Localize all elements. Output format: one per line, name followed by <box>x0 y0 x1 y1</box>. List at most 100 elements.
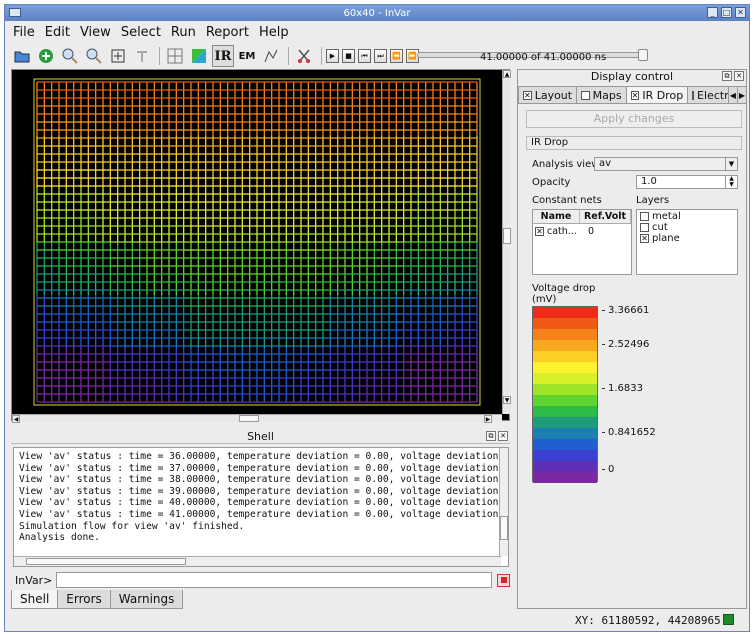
color-map-icon[interactable] <box>188 45 210 67</box>
shell-hscroll-thumb[interactable] <box>26 558 186 565</box>
list-item[interactable]: ✕ plane <box>640 233 734 244</box>
shell-float-icon[interactable]: ⧉ <box>486 431 496 441</box>
layers-label: Layers <box>636 195 670 206</box>
close-icon[interactable]: ✕ <box>735 7 746 18</box>
menu-file[interactable]: File <box>13 25 35 40</box>
list-item[interactable]: metal <box>640 211 734 222</box>
ir-drop-checkbox[interactable]: ✕ <box>630 90 640 100</box>
legend-title: Voltage drop <box>532 283 596 294</box>
display-control-tabs: ✕ Layout Maps ✕ IR Drop Electr ◀ ▶ <box>518 86 747 104</box>
legend-swatch <box>533 406 597 417</box>
shell-log: View 'av' status : time = 36.00000, temp… <box>19 451 498 544</box>
minimize-icon[interactable]: _ <box>707 7 718 18</box>
legend-tick: 2.52496 <box>602 339 649 350</box>
tab-electr[interactable]: Electr <box>687 86 729 103</box>
legend-swatch <box>533 428 597 439</box>
nets-header-ref-volt[interactable]: Ref.Volt <box>580 210 631 223</box>
legend-tick: 0.841652 <box>602 427 656 438</box>
shell-title: Shell <box>247 430 274 443</box>
list-item[interactable]: cut <box>640 222 734 233</box>
menu-run[interactable]: Run <box>171 25 196 40</box>
spin-arrows-icon[interactable]: ▲ ▼ <box>725 176 737 188</box>
shell-horizontal-scrollbar[interactable] <box>14 556 501 566</box>
open-icon[interactable] <box>11 45 33 67</box>
tab-maps[interactable]: Maps <box>576 86 627 103</box>
command-row: InVar> <box>15 571 511 589</box>
menu-bar: File Edit View Select Run Report Help <box>5 21 749 43</box>
stop-command-icon[interactable] <box>497 573 511 587</box>
constant-nets-table[interactable]: Name Ref.Volt ✕ cath... 0 <box>532 209 632 275</box>
scroll-left-icon[interactable]: ◀ <box>12 415 20 423</box>
layer-checkbox[interactable] <box>640 223 649 232</box>
menu-edit[interactable]: Edit <box>45 25 70 40</box>
canvas-vertical-scrollbar[interactable]: ▲ ▼ <box>502 70 511 414</box>
play-button[interactable]: ▶ <box>326 49 339 63</box>
title-bar: 60x40 - InVar _ □ ✕ <box>5 5 749 21</box>
fit-icon[interactable] <box>107 45 129 67</box>
canvas-horizontal-scrollbar[interactable]: ◀ ▶ <box>12 414 502 423</box>
pin-icon[interactable] <box>131 45 153 67</box>
shell-vertical-scrollbar[interactable] <box>499 448 508 556</box>
grid-icon[interactable] <box>164 45 186 67</box>
display-control-title: Display control <box>590 70 674 83</box>
opacity-spinbox[interactable]: 1.0 ▲ ▼ <box>636 175 738 189</box>
legend-swatch <box>533 384 597 395</box>
window-title: 60x40 - InVar <box>343 7 411 19</box>
table-row[interactable]: ✕ cath... 0 <box>533 224 631 238</box>
panel-close-icon[interactable]: ✕ <box>734 71 744 81</box>
shell-close-icon[interactable]: ✕ <box>498 431 508 441</box>
layer-checkbox[interactable] <box>640 212 649 221</box>
vertical-scroll-thumb[interactable] <box>503 228 511 244</box>
display-control-panel: Display control ⧉ ✕ ✕ Layout Maps ✕ IR Dro… <box>517 69 747 609</box>
shell-scroll-thumb[interactable] <box>500 516 508 540</box>
menu-help[interactable]: Help <box>259 25 289 40</box>
scroll-right-icon[interactable]: ▶ <box>484 415 492 423</box>
legend-tick: 0 <box>602 464 614 475</box>
scroll-up-icon[interactable]: ▲ <box>503 70 511 78</box>
shell-output[interactable]: View 'av' status : time = 36.00000, temp… <box>13 447 509 567</box>
stop-button[interactable]: ■ <box>342 49 355 63</box>
layout-canvas[interactable]: ▲ ▼ ◀ ▶ <box>11 69 511 423</box>
analysis-view-label: Analysis view <box>532 159 600 170</box>
rewind-button[interactable]: ⏪ <box>390 49 403 63</box>
em-icon[interactable]: EM <box>236 45 258 67</box>
tab-errors[interactable]: Errors <box>57 590 111 609</box>
layer-checkbox[interactable]: ✕ <box>640 234 649 243</box>
menu-report[interactable]: Report <box>206 25 249 40</box>
electr-checkbox[interactable] <box>692 90 695 100</box>
legend-swatch <box>533 329 597 340</box>
step-forward-button[interactable]: ⏭ <box>374 49 387 63</box>
status-bar: XY: 61180592, 44208965 <box>5 612 749 630</box>
panel-float-icon[interactable]: ⧉ <box>722 71 732 81</box>
step-back-button[interactable]: ⏮ <box>358 49 371 63</box>
command-input[interactable] <box>56 572 493 588</box>
window-menu-icon[interactable] <box>9 8 21 17</box>
zoom-out-icon[interactable] <box>83 45 105 67</box>
analysis-view-select[interactable]: av ▼ <box>594 157 738 171</box>
menu-select[interactable]: Select <box>121 25 161 40</box>
ir-drop-mesh[interactable] <box>12 70 502 414</box>
scroll-down-icon[interactable]: ▼ <box>503 396 511 404</box>
layers-list[interactable]: metal cut ✕ plane <box>636 209 738 275</box>
net-checkbox[interactable]: ✕ <box>535 226 544 236</box>
nets-header-name[interactable]: Name <box>533 210 581 223</box>
maximize-icon[interactable]: □ <box>721 7 732 18</box>
tab-ir-drop[interactable]: ✕ IR Drop <box>625 86 689 103</box>
tabs-right-icon[interactable]: ▶ <box>736 86 747 103</box>
zoom-in-icon[interactable] <box>59 45 81 67</box>
tab-layout[interactable]: ✕ Layout <box>518 86 577 103</box>
ir-icon[interactable]: IR <box>212 45 234 67</box>
tab-shell[interactable]: Shell <box>11 590 59 609</box>
horizontal-scroll-thumb[interactable] <box>239 415 259 422</box>
legend-swatch <box>533 318 597 329</box>
time-slider-handle[interactable] <box>638 49 648 61</box>
layout-checkbox[interactable]: ✕ <box>523 90 532 100</box>
tab-warnings[interactable]: Warnings <box>109 590 184 609</box>
cut-icon[interactable] <box>293 45 315 67</box>
menu-view[interactable]: View <box>80 25 111 40</box>
maps-checkbox[interactable] <box>581 90 590 100</box>
add-icon[interactable] <box>35 45 57 67</box>
thermal-icon[interactable] <box>260 45 282 67</box>
apply-changes-button[interactable]: Apply changes <box>526 110 742 128</box>
legend-swatch <box>533 340 597 351</box>
